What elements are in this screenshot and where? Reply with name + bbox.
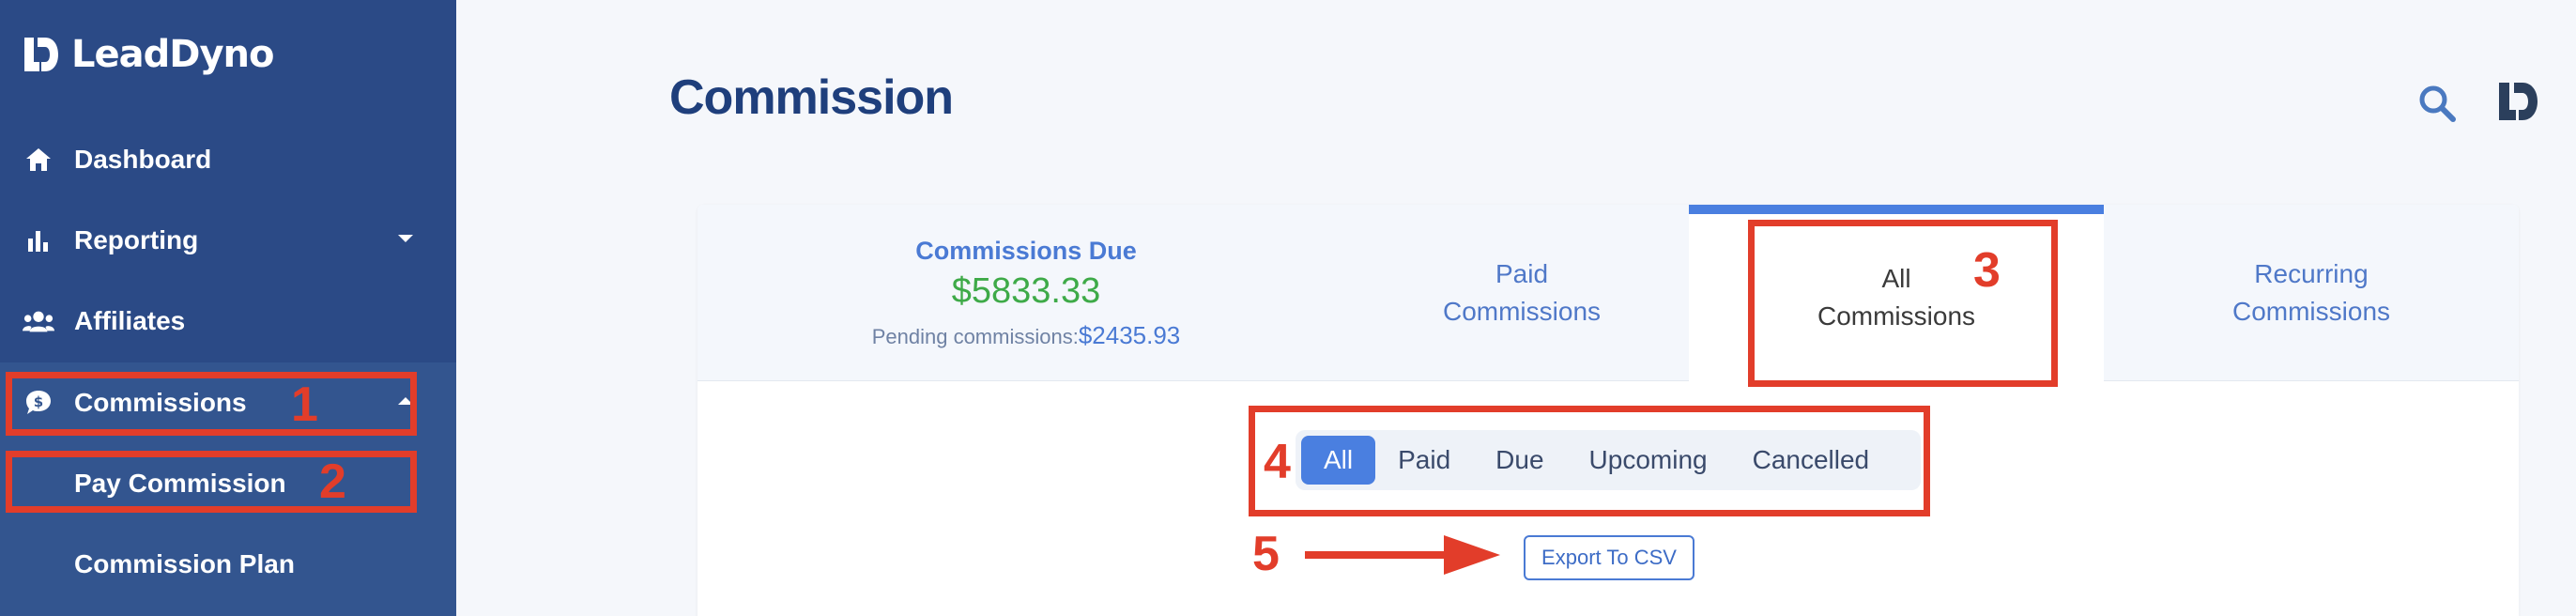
search-button[interactable] (2416, 83, 2458, 124)
annotation-number-3: 3 (1973, 243, 2001, 298)
tab-label-line2: Commissions (1442, 297, 1602, 326)
tab-label-line1: Paid (1495, 259, 1549, 288)
leaddyno-avatar-icon (2499, 83, 2538, 120)
commission-tabs: Commissions Due $5833.33 Pending commiss… (698, 205, 2519, 381)
chevron-down-icon[interactable] (396, 232, 415, 249)
sidebar-item-affiliates[interactable]: Affiliates (0, 281, 456, 362)
avatar[interactable] (2497, 81, 2540, 122)
annotation-box-3 (1748, 220, 2058, 387)
annotation-number-5: 5 (1252, 527, 1280, 581)
tab-label-line2: Commissions (2231, 297, 2391, 326)
tab-label-line1: Recurring (2254, 259, 2369, 288)
sidebar: LeadDyno Dashboard Reporting Affiliates … (0, 0, 456, 616)
annotation-number-1: 1 (291, 377, 318, 432)
annotation-number-2: 2 (319, 454, 346, 509)
arrow-icon (1305, 535, 1500, 575)
commissions-due-amount: $5833.33 (951, 270, 1101, 311)
sidebar-item-label: Dashboard (74, 145, 212, 174)
sidebar-item-reporting[interactable]: Reporting (0, 200, 456, 281)
sidebar-item-label: Commission Plan (74, 549, 295, 578)
tab-commissions-due[interactable]: Commissions Due $5833.33 Pending commiss… (698, 205, 1355, 381)
page-title: Commission (669, 70, 954, 125)
brand-name: LeadDyno (71, 33, 274, 76)
export-csv-button[interactable]: Export To CSV (1524, 535, 1694, 580)
annotation-box-2 (6, 451, 417, 513)
annotation-box-4 (1249, 406, 1930, 516)
commissions-due-title: Commissions Due (915, 236, 1137, 265)
pending-commissions: Pending commissions:$2435.93 (872, 321, 1181, 350)
search-icon (2419, 85, 2456, 122)
pending-label: Pending commissions: (871, 324, 1079, 348)
sidebar-item-label: Reporting (74, 225, 199, 254)
sidebar-item-commission-plan[interactable]: Commission Plan (0, 524, 456, 605)
sidebar-item-dashboard[interactable]: Dashboard (0, 119, 456, 200)
pending-value: $2435.93 (1078, 320, 1181, 349)
sidebar-item-label: Affiliates (74, 306, 186, 335)
logo[interactable]: LeadDyno (23, 30, 274, 79)
annotation-box-1 (6, 372, 417, 436)
annotation-number-4: 4 (1264, 435, 1291, 489)
users-icon (23, 305, 54, 337)
leaddyno-logo-icon (24, 38, 58, 71)
bar-chart-icon (23, 224, 54, 256)
tab-recurring-commissions[interactable]: Recurring Commissions (2104, 205, 2519, 381)
tab-paid-commissions[interactable]: Paid Commissions (1355, 205, 1689, 381)
home-icon (23, 144, 54, 176)
